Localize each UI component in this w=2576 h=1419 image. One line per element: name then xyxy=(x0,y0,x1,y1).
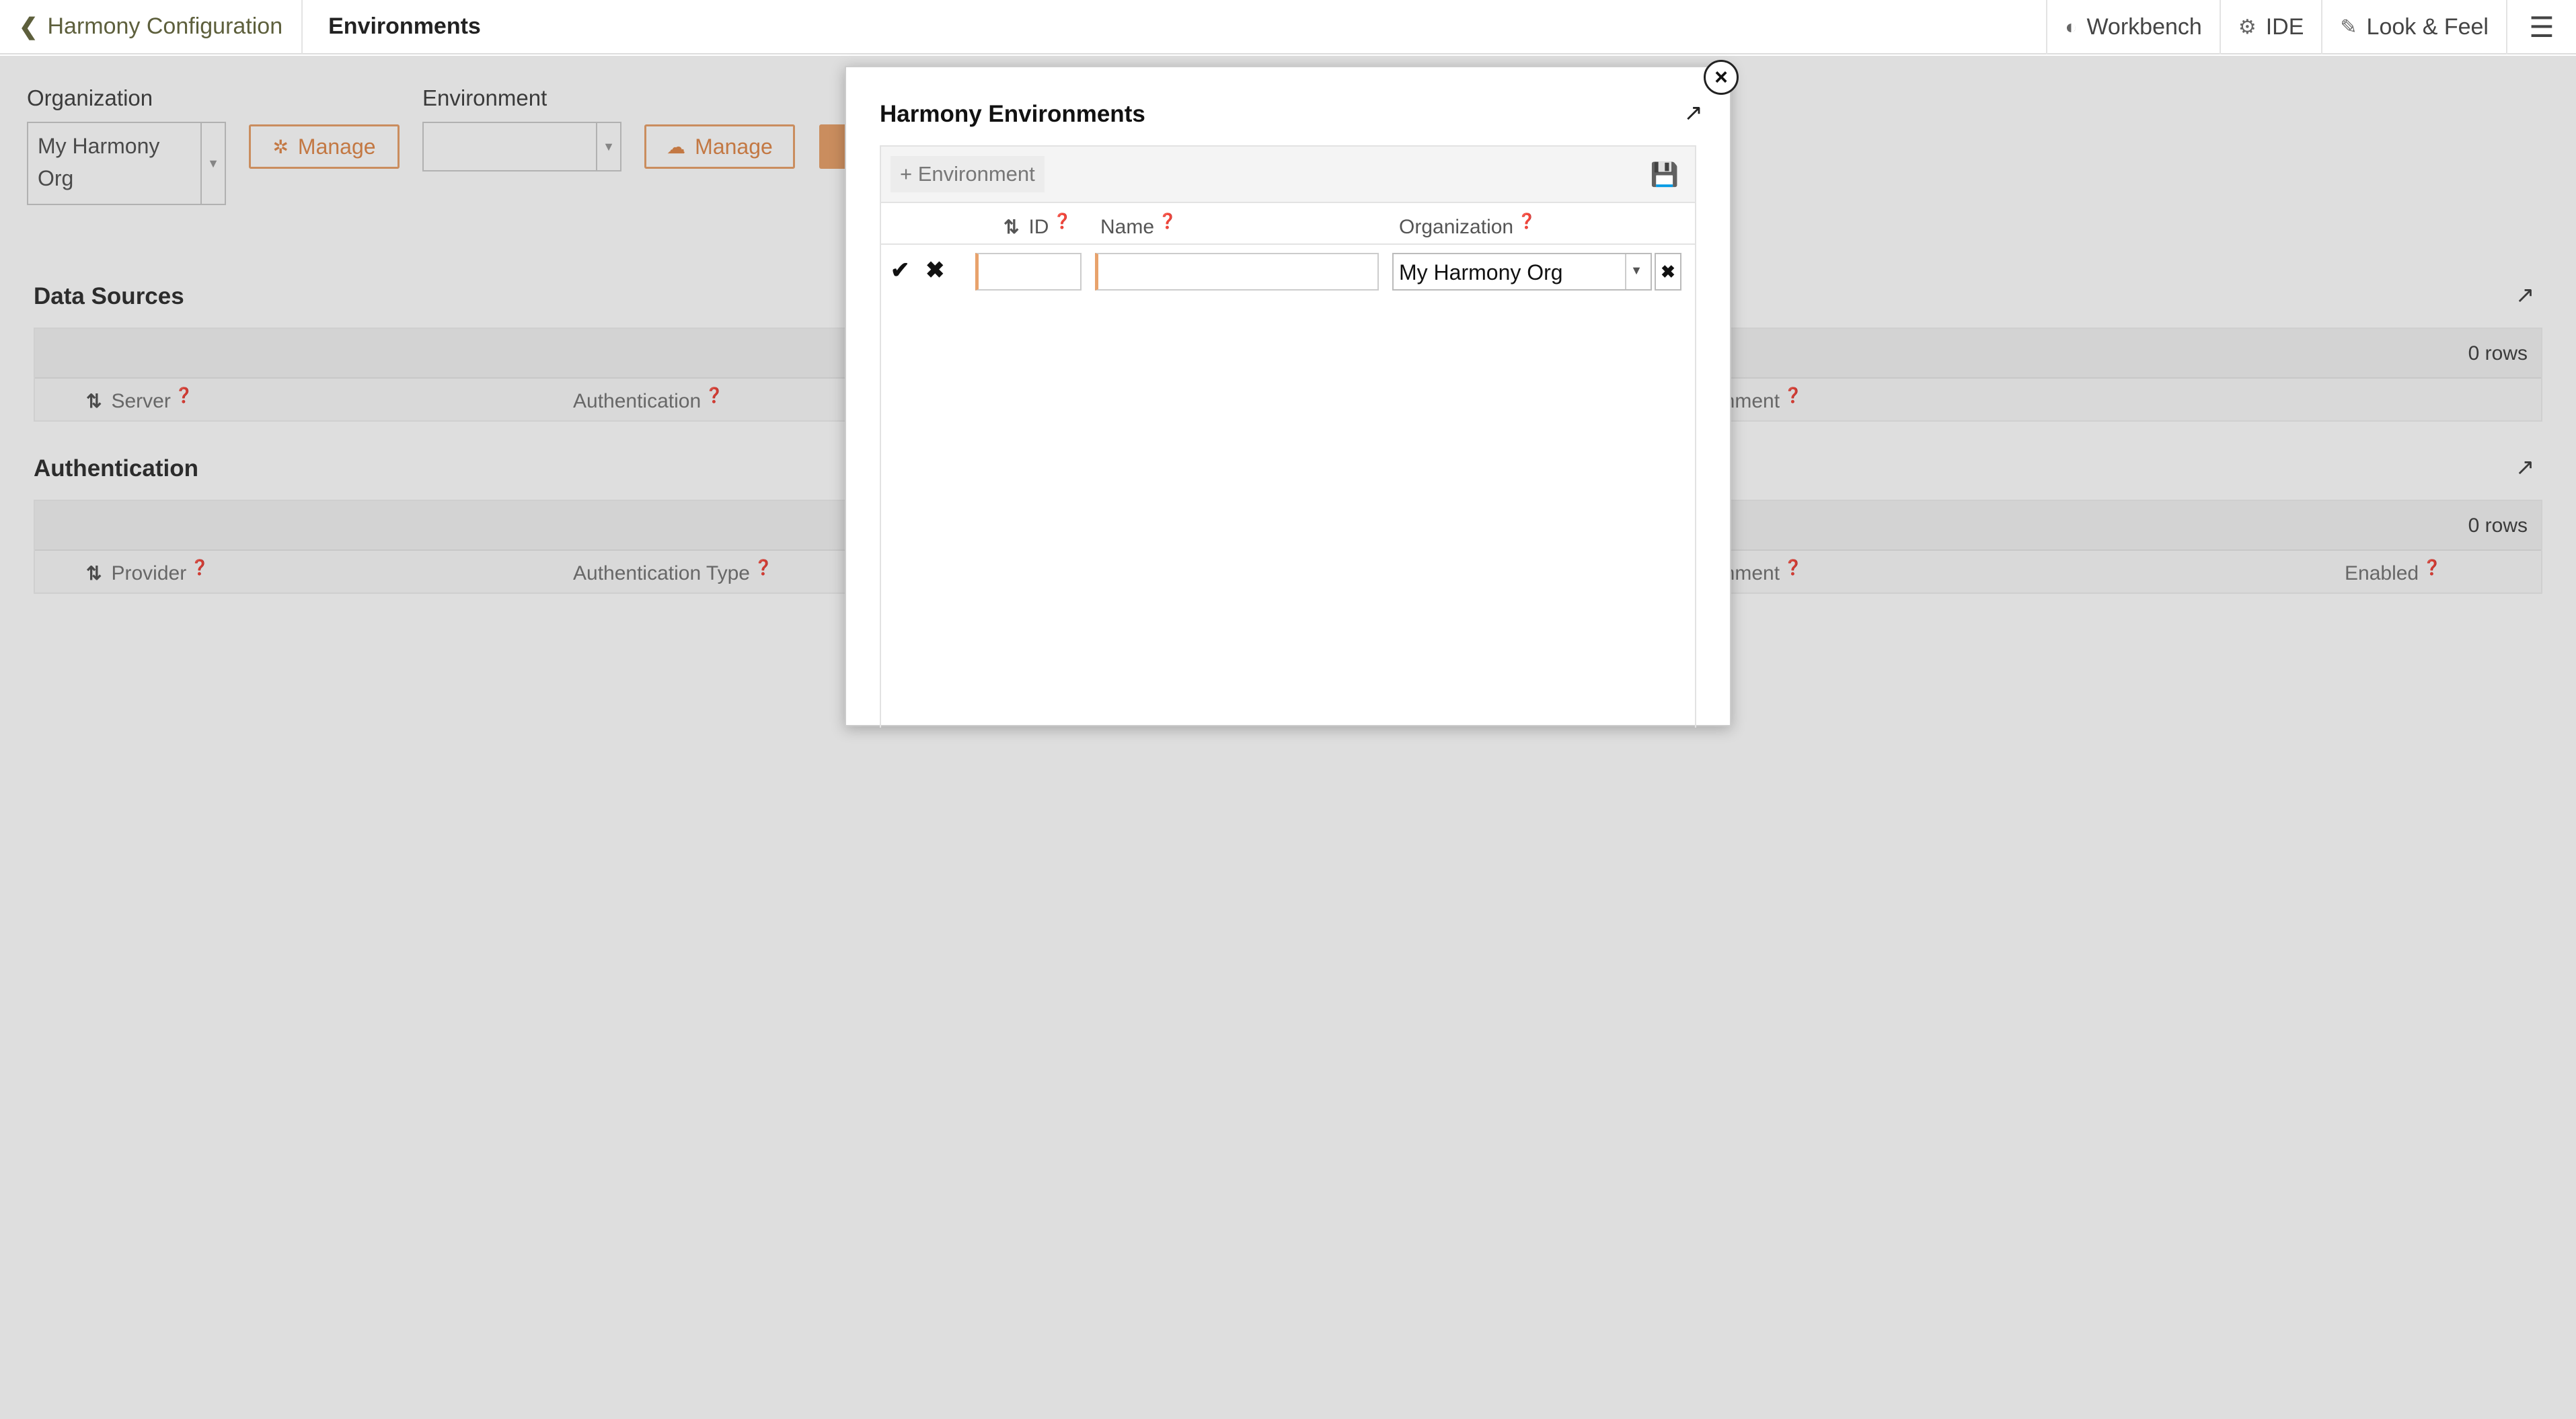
modal-title: Harmony Environments xyxy=(880,101,1145,127)
back-link[interactable]: ❮ Harmony Configuration xyxy=(0,0,303,54)
add-environment-button[interactable]: + Environment xyxy=(891,156,1045,192)
environments-grid: + Environment 💾 ⇅ ID ❓ Name ❓ Organization ❓… xyxy=(880,145,1696,728)
brush-icon: ✎ xyxy=(2340,16,2357,38)
back-link-label: Harmony Configuration xyxy=(47,13,283,39)
page-title: Environments xyxy=(328,13,481,39)
nav-look-and-feel-label: Look & Feel xyxy=(2366,14,2489,40)
expand-icon[interactable]: ↗ xyxy=(1684,100,1704,126)
help-icon: ❓ xyxy=(1158,213,1177,229)
top-nav: ◐ Workbench ⚙ IDE ✎ Look & Feel ☰ xyxy=(2046,0,2576,54)
id-input[interactable] xyxy=(975,253,1082,291)
close-icon[interactable]: × xyxy=(1704,60,1739,95)
organization-dropdown[interactable]: My Harmony Org ▼ xyxy=(1392,253,1652,291)
column-organization[interactable]: Organization ❓ xyxy=(1399,213,1536,239)
column-organization-label: Organization xyxy=(1399,216,1514,238)
save-icon[interactable]: 💾 xyxy=(1651,161,1679,188)
environments-modal: Harmony Environments ↗ + Environment 💾 ⇅… xyxy=(845,66,1731,728)
nav-workbench-label: Workbench xyxy=(2086,14,2202,40)
name-input[interactable] xyxy=(1095,253,1379,291)
chevron-left-icon: ❮ xyxy=(19,13,38,40)
edit-row: ✔ ✖ My Harmony Org ▼ ✖ xyxy=(881,245,1695,296)
help-icon: ❓ xyxy=(1053,213,1071,229)
grid-header: ⇅ ID ❓ Name ❓ Organization ❓ xyxy=(881,203,1695,245)
hamburger-menu-icon[interactable]: ☰ xyxy=(2506,0,2576,54)
organization-dropdown-value: My Harmony Org xyxy=(1399,260,1563,284)
clear-icon[interactable]: ✖ xyxy=(1655,253,1681,291)
column-name-label: Name xyxy=(1100,216,1155,238)
top-bar: ❮ Harmony Configuration Environments ◐ W… xyxy=(0,0,2576,54)
column-id-label: ID xyxy=(1028,216,1049,238)
column-name[interactable]: Name ❓ xyxy=(1100,213,1176,239)
gear-icon: ⚙ xyxy=(2238,16,2257,38)
nav-workbench[interactable]: ◐ Workbench xyxy=(2046,0,2219,54)
check-icon[interactable]: ✔ xyxy=(891,257,910,284)
help-icon: ❓ xyxy=(1517,213,1536,229)
workbench-icon: ◐ xyxy=(2065,15,2078,38)
nav-ide[interactable]: ⚙ IDE xyxy=(2219,0,2322,54)
chevron-down-icon: ▼ xyxy=(1630,264,1642,277)
dropdown-divider xyxy=(1625,254,1626,289)
grid-toolbar: + Environment 💾 xyxy=(881,147,1695,203)
cancel-icon[interactable]: ✖ xyxy=(925,257,945,284)
column-id[interactable]: ⇅ ID ❓ xyxy=(1003,213,1071,239)
nav-ide-label: IDE xyxy=(2265,14,2304,40)
sort-icon: ⇅ xyxy=(1003,217,1020,237)
nav-look-and-feel[interactable]: ✎ Look & Feel xyxy=(2321,0,2506,54)
